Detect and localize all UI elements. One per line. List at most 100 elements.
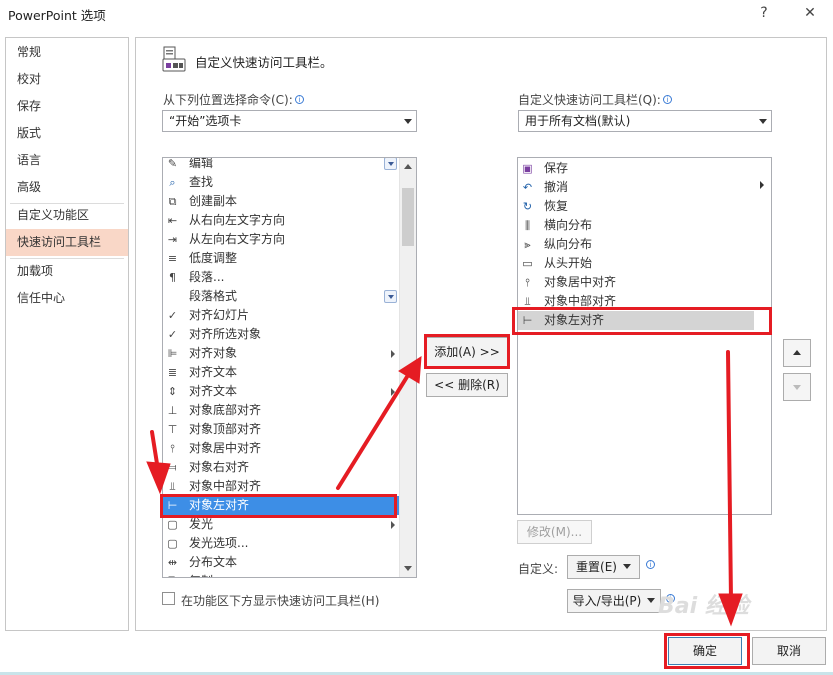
toolbar-command-item-label: 保存 xyxy=(544,161,569,175)
available-command-list-item[interactable]: ✓ 对齐幻灯片 xyxy=(163,306,399,325)
scrollbar[interactable] xyxy=(399,158,416,577)
available-command-list-item[interactable]: ✎ 编辑 xyxy=(163,157,399,173)
lines-icon: ≡ xyxy=(167,252,178,265)
available-command-item-label: 低度调整 xyxy=(189,251,238,265)
rtl-icon: ⇤ xyxy=(167,214,178,227)
available-command-list-item[interactable]: ⊫ 对齐对象 xyxy=(163,344,399,363)
toolbar-command-item-label: 对象居中对齐 xyxy=(544,275,617,289)
available-command-list-item[interactable]: ≡ 低度调整 xyxy=(163,249,399,268)
options-nav: 常规 校对 保存 版式 语言 高级 自定义功能区 快速访问工具栏 加载项 信任中… xyxy=(5,37,129,631)
nav-item-proofing[interactable]: 校对 xyxy=(6,66,128,93)
toolbar-command-item-label: 恢复 xyxy=(544,199,569,213)
toolbar-command-item-label: 横向分布 xyxy=(544,218,593,232)
move-down-button[interactable] xyxy=(783,373,811,401)
nav-item-save[interactable]: 保存 xyxy=(6,93,128,120)
chevron-down-icon xyxy=(647,598,656,603)
reset-button[interactable]: 重置(E) xyxy=(567,555,640,579)
available-command-item-label: 发光选项... xyxy=(189,536,249,550)
modify-button[interactable]: 修改(M)... xyxy=(517,520,592,544)
nav-item-advanced[interactable]: 高级 xyxy=(6,174,128,201)
copy-icon: ⎘ xyxy=(165,574,180,577)
available-command-list-item[interactable]: ⎘ 复制 xyxy=(163,572,399,577)
window-title: PowerPoint 选项 xyxy=(8,8,106,23)
glow-icon: ▢ xyxy=(167,518,178,531)
available-command-item-label: 对齐对象 xyxy=(189,346,238,360)
available-command-item-label: 对象底部对齐 xyxy=(189,403,262,417)
scroll-up-button[interactable] xyxy=(400,158,416,175)
highlight-box xyxy=(160,494,397,518)
nav-item-layout[interactable]: 版式 xyxy=(6,120,128,147)
align-icon: ⊫ xyxy=(167,347,178,360)
available-command-list-item[interactable]: ⌕ 查找 xyxy=(163,173,399,192)
nav-item-trust-center[interactable]: 信任中心 xyxy=(6,285,128,312)
available-command-list-item[interactable]: ⫯ 对象居中对齐 xyxy=(163,439,399,458)
available-command-item-label: 对齐幻灯片 xyxy=(189,308,250,322)
available-command-list-item[interactable]: ¶ 段落... xyxy=(163,268,399,287)
toolbar-scope-value: 用于所有文档(默认) xyxy=(525,114,631,128)
available-command-list-item[interactable]: ⇹ 分布文本 xyxy=(163,553,399,572)
submenu-arrow-icon xyxy=(391,388,395,396)
align-bottom-icon: ⊥ xyxy=(167,404,178,417)
distribute-icon: ⇹ xyxy=(167,556,178,569)
toolbar-command-list-item[interactable]: ⫸ 纵向分布 xyxy=(518,235,754,254)
toolbar-command-list-item[interactable]: ▣ 保存 xyxy=(518,159,754,178)
available-command-list-item[interactable]: ⊥ 对象底部对齐 xyxy=(163,401,399,420)
show-below-ribbon-checkbox[interactable] xyxy=(162,592,175,605)
cancel-button[interactable]: 取消 xyxy=(752,637,826,665)
nav-item-language[interactable]: 语言 xyxy=(6,147,128,174)
remove-button[interactable]: << 删除(R) xyxy=(426,373,508,397)
toolbar-command-list-item[interactable]: ▭ 从头开始 xyxy=(518,254,754,273)
available-command-list-item[interactable]: ≣ 对齐文本 xyxy=(163,363,399,382)
available-command-list-item[interactable]: ⇥ 从左向右文字方向 xyxy=(163,230,399,249)
available-command-item-label: 查找 xyxy=(189,175,214,189)
chevron-down-icon xyxy=(622,564,631,569)
available-command-item-label: 编辑 xyxy=(189,157,214,170)
available-command-list-item[interactable]: ⊤ 对象顶部对齐 xyxy=(163,420,399,439)
available-command-item-label: 对象右对齐 xyxy=(189,460,250,474)
info-icon: i xyxy=(294,95,304,104)
move-up-button[interactable] xyxy=(783,339,811,367)
available-command-list-item[interactable]: ⇤ 从右向左文字方向 xyxy=(163,211,399,230)
toolbar-commands-list[interactable]: ⊢ 对象左对齐 ⫫ 对象中部对齐 ⫯ 对象居中对齐 ▭ 从头开始 ⫸ 纵向分布 ⫼ 横向分布 ↻ 恢复 ↶ 撤… xyxy=(517,157,772,515)
choose-commands-label: 从下列位置选择命令(C): i xyxy=(163,91,304,108)
title-bar: PowerPoint 选项 ? ✕ xyxy=(0,0,833,28)
scrollbar xyxy=(754,158,771,514)
available-command-list-item[interactable]: ▢ 发光选项... xyxy=(163,534,399,553)
available-command-list-item[interactable]: 段落格式 xyxy=(163,287,399,306)
undo-icon: ↶ xyxy=(522,181,533,194)
options-dialog: PowerPoint 选项 ? ✕ 常规 校对 保存 版式 语言 高级 自定义功… xyxy=(0,0,833,675)
nav-item-general[interactable]: 常规 xyxy=(6,39,128,66)
import-export-button[interactable]: 导入/导出(P) xyxy=(567,589,661,613)
available-command-item-label: 创建副本 xyxy=(189,194,238,208)
toolbar-scope-dropdown[interactable]: 用于所有文档(默认) xyxy=(518,110,772,132)
toolbar-command-list-item[interactable]: ⫼ 横向分布 xyxy=(518,216,754,235)
available-command-item-label: 从左向右文字方向 xyxy=(189,232,286,246)
nav-item-customize-ribbon[interactable]: 自定义功能区 xyxy=(6,202,128,229)
nav-item-add-ins[interactable]: 加载项 xyxy=(6,258,128,285)
toolbar-command-list-item[interactable]: ⫯ 对象居中对齐 xyxy=(518,273,754,292)
help-button[interactable]: ? xyxy=(750,2,778,24)
available-command-list-item[interactable]: ✓ 对齐所选对象 xyxy=(163,325,399,344)
toolbar-command-list-item[interactable]: ↶ 撤消 xyxy=(518,178,754,197)
close-button[interactable]: ✕ xyxy=(796,2,824,24)
highlight-box xyxy=(664,633,750,669)
align-right-icon: ⫤ xyxy=(168,461,177,474)
align-center-icon: ⫯ xyxy=(170,442,175,455)
scroll-thumb[interactable] xyxy=(402,188,414,246)
highlight-box xyxy=(512,307,772,335)
toolbar-command-list-item[interactable]: ↻ 恢复 xyxy=(518,197,754,216)
available-command-list-item[interactable]: ⫤ 对象右对齐 xyxy=(163,458,399,477)
find-icon: ⌕ xyxy=(169,176,176,189)
scroll-down-button[interactable] xyxy=(400,560,416,577)
ltr-icon: ⇥ xyxy=(167,233,178,246)
available-command-item-label: 从右向左文字方向 xyxy=(189,213,286,227)
nav-item-quick-access-toolbar[interactable]: 快速访问工具栏 xyxy=(6,229,128,256)
check-icon: ✓ xyxy=(167,309,178,322)
chevron-right-icon[interactable] xyxy=(760,181,764,189)
edit-icon: ✎ xyxy=(167,157,178,170)
choose-commands-dropdown[interactable]: “开始”选项卡 xyxy=(162,110,417,132)
available-command-item-label: 段落... xyxy=(189,270,225,284)
available-command-list-item[interactable]: ⧉ 创建副本 xyxy=(163,192,399,211)
reset-label: 重置(E) xyxy=(576,560,617,574)
available-command-list-item[interactable]: ⇕ 对齐文本 xyxy=(163,382,399,401)
